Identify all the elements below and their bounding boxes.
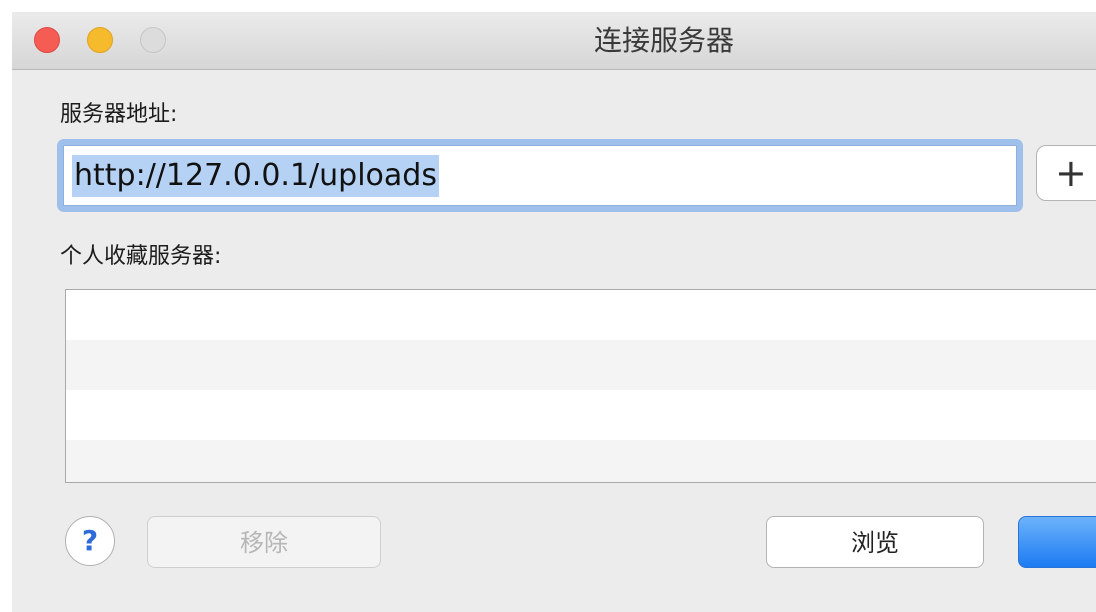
remove-button: 移除 [147,516,381,568]
plus-icon: + [1055,151,1087,195]
list-row [66,340,1096,390]
favorite-servers-label: 个人收藏服务器: [60,244,222,269]
favorite-servers-list[interactable] [65,289,1096,483]
title-bar[interactable]: 连接服务器 [12,12,1096,70]
server-address-field[interactable]: http://127.0.0.1/uploads [57,139,1023,212]
connect-button[interactable] [1018,516,1096,568]
server-address-label: 服务器地址: [60,102,178,127]
help-button[interactable]: ? [65,516,115,566]
window-title: 连接服务器 [593,24,734,57]
server-address-input[interactable]: http://127.0.0.1/uploads [63,145,1017,206]
browse-button[interactable]: 浏览 [766,516,984,568]
server-address-value[interactable]: http://127.0.0.1/uploads [72,155,439,197]
list-row [66,390,1096,440]
list-row [66,290,1096,340]
connect-to-server-window: 连接服务器 服务器地址: http://127.0.0.1/uploads + … [12,12,1096,612]
add-favorite-button[interactable]: + [1036,145,1096,201]
list-row [66,440,1096,482]
